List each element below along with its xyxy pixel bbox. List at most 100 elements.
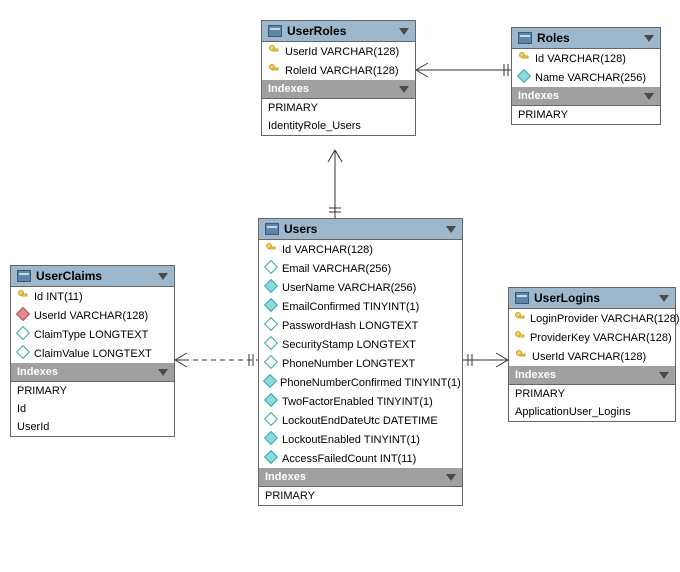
table-header[interactable]: UserLogins [509, 288, 675, 309]
column-name: TwoFactorEnabled TINYINT(1) [282, 396, 433, 408]
collapse-icon[interactable] [446, 226, 456, 233]
column-row: TwoFactorEnabled TINYINT(1) [259, 392, 462, 411]
diamond-icon [16, 345, 30, 359]
column-row: AccessFailedCount INT(11) [259, 449, 462, 468]
column-row: PhoneNumberConfirmed TINYINT(1) [259, 373, 462, 392]
diamond-icon [264, 355, 278, 369]
column-name: PhoneNumberConfirmed TINYINT(1) [280, 377, 461, 389]
collapse-icon[interactable] [644, 93, 654, 100]
key-icon [269, 64, 279, 74]
column-row: UserId VARCHAR(128) [509, 347, 675, 366]
indexes-header[interactable]: Indexes [259, 468, 462, 487]
diamond-icon [264, 450, 278, 464]
table-title: Roles [537, 31, 570, 45]
indexes-header[interactable]: Indexes [262, 80, 415, 99]
table-icon [268, 25, 282, 37]
table-title: Users [284, 222, 317, 236]
table-header[interactable]: UserClaims [11, 266, 174, 287]
diamond-icon [517, 69, 531, 83]
column-row: PhoneNumber LONGTEXT [259, 354, 462, 373]
diamond-icon [264, 317, 278, 331]
table-icon [17, 270, 31, 282]
diamond-icon [264, 279, 278, 293]
index-row: PRIMARY [259, 487, 462, 505]
column-name: UserId VARCHAR(128) [285, 46, 399, 58]
relation-users-userclaims [175, 350, 258, 370]
column-row: SecurityStamp LONGTEXT [259, 335, 462, 354]
column-row: LoginProvider VARCHAR(128) [509, 309, 675, 328]
table-icon [515, 292, 529, 304]
collapse-icon[interactable] [158, 273, 168, 280]
table-users[interactable]: Users Id VARCHAR(128) Email VARCHAR(256)… [258, 218, 463, 506]
collapse-icon[interactable] [659, 372, 669, 379]
index-row: UserId [11, 418, 174, 436]
column-name: Id VARCHAR(128) [535, 53, 626, 65]
column-name: Email VARCHAR(256) [282, 263, 391, 275]
table-header[interactable]: Users [259, 219, 462, 240]
diamond-icon [263, 374, 277, 388]
diamond-icon [264, 431, 278, 445]
column-row: UserId VARCHAR(128) [11, 306, 174, 325]
column-row: Id VARCHAR(128) [512, 49, 660, 68]
column-name: ProviderKey VARCHAR(128) [530, 332, 672, 344]
column-name: ClaimValue LONGTEXT [34, 348, 152, 360]
column-name: LockoutEnabled TINYINT(1) [282, 434, 420, 446]
index-row: IdentityRole_Users [262, 117, 415, 135]
column-name: EmailConfirmed TINYINT(1) [282, 301, 419, 313]
indexes-header[interactable]: Indexes [11, 363, 174, 382]
column-row: Id INT(11) [11, 287, 174, 306]
column-name: PasswordHash LONGTEXT [282, 320, 418, 332]
diamond-icon [264, 298, 278, 312]
table-userroles[interactable]: UserRoles UserId VARCHAR(128) RoleId VAR… [261, 20, 416, 136]
collapse-icon[interactable] [158, 369, 168, 376]
index-row: PRIMARY [11, 382, 174, 400]
table-icon [518, 32, 532, 44]
index-row: ApplicationUser_Logins [509, 403, 675, 421]
column-row: PasswordHash LONGTEXT [259, 316, 462, 335]
table-roles[interactable]: Roles Id VARCHAR(128) Name VARCHAR(256) … [511, 27, 661, 125]
column-row: Email VARCHAR(256) [259, 259, 462, 278]
index-row: PRIMARY [262, 99, 415, 117]
column-name: ClaimType LONGTEXT [34, 329, 148, 341]
collapse-icon[interactable] [644, 35, 654, 42]
column-row: ClaimType LONGTEXT [11, 325, 174, 344]
table-userclaims[interactable]: UserClaims Id INT(11) UserId VARCHAR(128… [10, 265, 175, 437]
key-icon [519, 52, 529, 62]
column-name: UserId VARCHAR(128) [34, 310, 148, 322]
table-header[interactable]: Roles [512, 28, 660, 49]
diamond-icon [16, 307, 30, 321]
column-name: LockoutEndDateUtc DATETIME [282, 415, 438, 427]
key-icon [266, 243, 276, 253]
indexes-header[interactable]: Indexes [509, 366, 675, 385]
column-row: ProviderKey VARCHAR(128) [509, 328, 675, 347]
table-title: UserClaims [36, 269, 102, 283]
table-header[interactable]: UserRoles [262, 21, 415, 42]
index-row: PRIMARY [512, 106, 660, 124]
key-icon [515, 331, 525, 341]
diamond-icon [16, 326, 30, 340]
relation-userroles-roles [416, 60, 511, 80]
table-userlogins[interactable]: UserLogins LoginProvider VARCHAR(128) Pr… [508, 287, 676, 422]
column-row: UserName VARCHAR(256) [259, 278, 462, 297]
collapse-icon[interactable] [659, 295, 669, 302]
column-name: LoginProvider VARCHAR(128) [530, 313, 680, 325]
column-name: Id INT(11) [34, 291, 83, 303]
column-row: LockoutEnabled TINYINT(1) [259, 430, 462, 449]
column-name: RoleId VARCHAR(128) [285, 65, 399, 77]
column-row: Name VARCHAR(256) [512, 68, 660, 87]
column-name: UserName VARCHAR(256) [282, 282, 416, 294]
collapse-icon[interactable] [399, 86, 409, 93]
column-row: EmailConfirmed TINYINT(1) [259, 297, 462, 316]
collapse-icon[interactable] [399, 28, 409, 35]
table-icon [265, 223, 279, 235]
relation-userroles-users [325, 150, 345, 218]
index-row: Id [11, 400, 174, 418]
collapse-icon[interactable] [446, 474, 456, 481]
column-row: UserId VARCHAR(128) [262, 42, 415, 61]
key-icon [18, 290, 28, 300]
column-name: Id VARCHAR(128) [282, 244, 373, 256]
key-icon [516, 350, 526, 360]
indexes-header[interactable]: Indexes [512, 87, 660, 106]
diamond-icon [264, 336, 278, 350]
column-name: AccessFailedCount INT(11) [282, 453, 416, 465]
